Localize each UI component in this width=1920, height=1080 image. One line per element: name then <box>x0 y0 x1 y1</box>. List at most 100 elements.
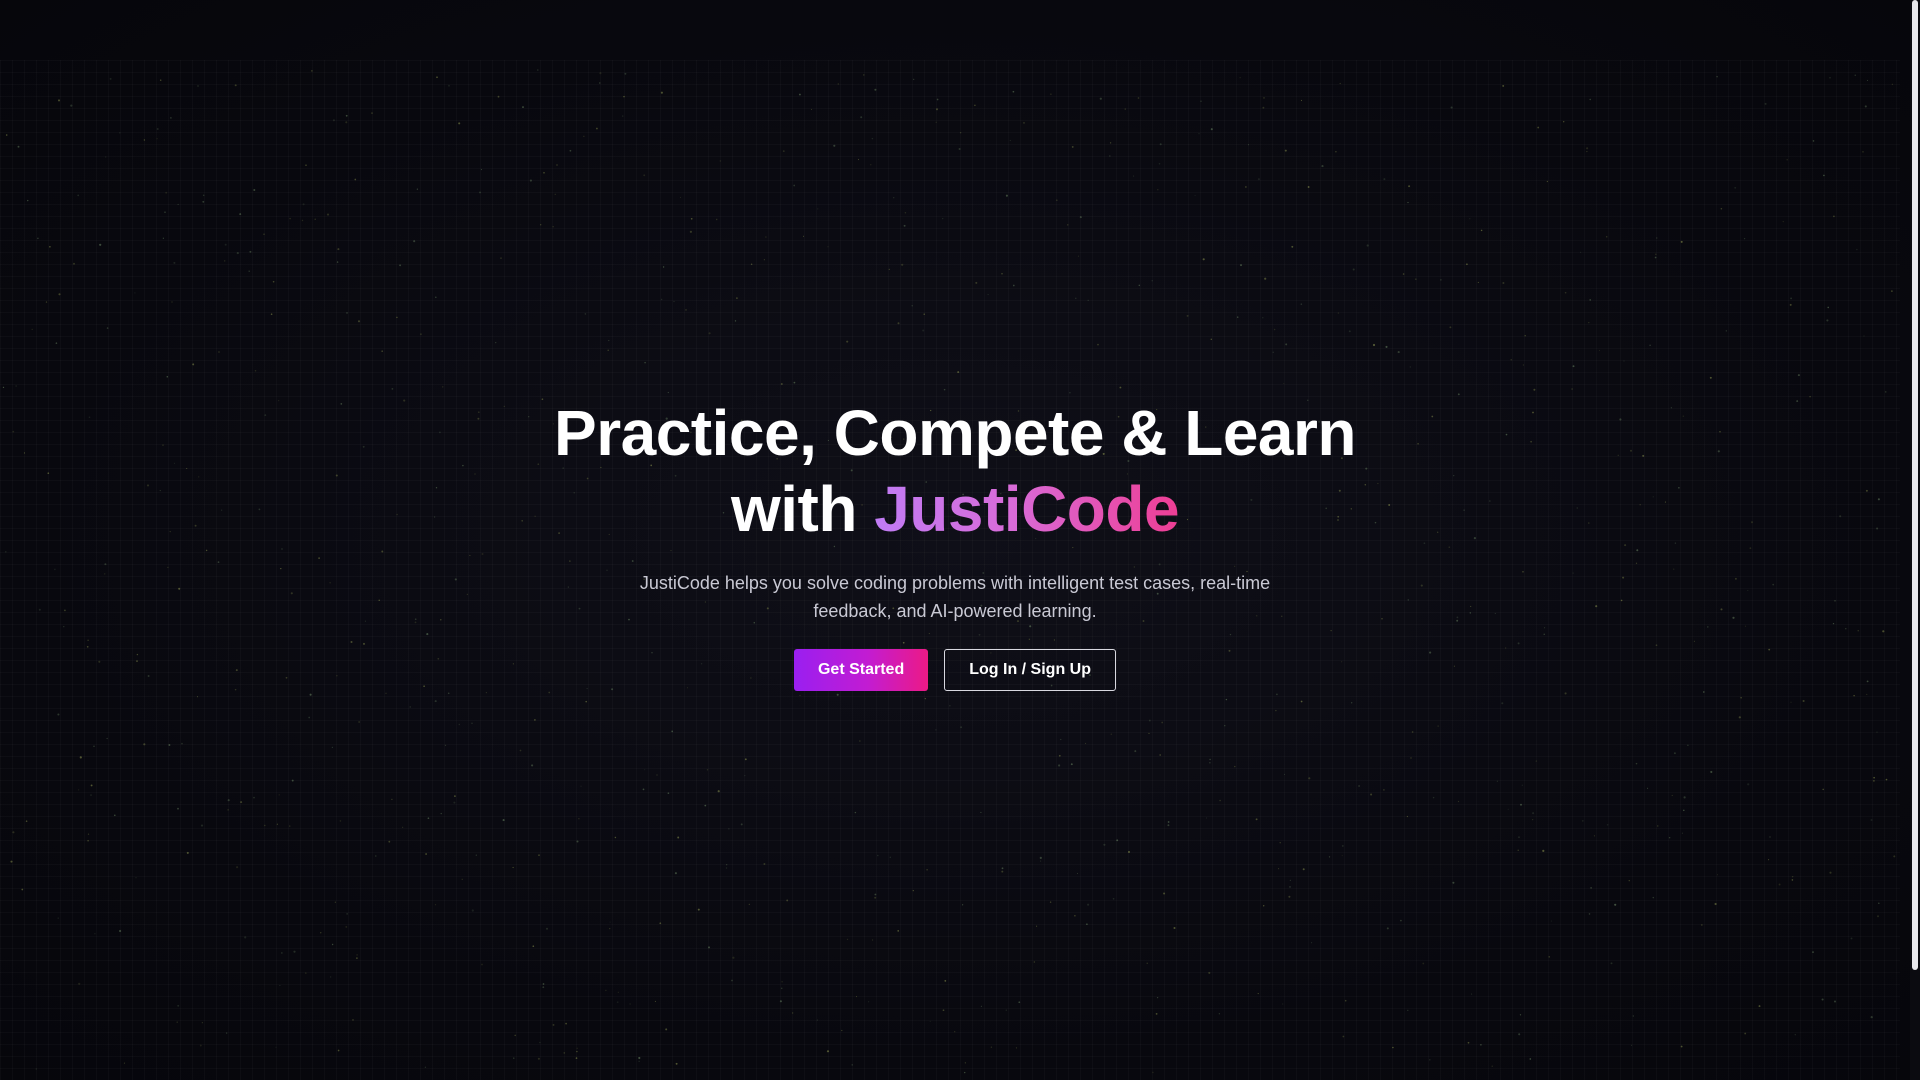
star-dot <box>320 932 322 934</box>
star-dot <box>1683 809 1685 812</box>
login-signup-button[interactable]: Log In / Sign Up <box>944 649 1116 691</box>
star-dot <box>500 257 502 259</box>
star-dot <box>542 986 545 989</box>
star-dot <box>671 730 674 733</box>
star-dot <box>926 868 928 871</box>
star-dot <box>607 349 609 352</box>
star-dot <box>461 878 463 880</box>
star-dot <box>388 840 391 843</box>
star-dot <box>244 936 247 939</box>
star-dot <box>87 839 89 842</box>
star-dot <box>1005 194 1008 197</box>
star-dot <box>249 250 252 253</box>
star-dot <box>1049 901 1052 903</box>
star-dot <box>1632 1015 1634 1017</box>
star-dot <box>444 744 447 746</box>
star-dot <box>1833 215 1835 218</box>
star-dot <box>673 300 675 303</box>
star-dot <box>1058 754 1061 757</box>
star-dot <box>748 903 750 906</box>
star-dot <box>1680 1045 1683 1048</box>
star-dot <box>57 99 61 102</box>
star-dot <box>1550 920 1552 922</box>
star-dot <box>1571 388 1573 390</box>
star-dot <box>1863 335 1865 337</box>
star-dot <box>1790 701 1792 703</box>
star-dot <box>1012 90 1015 93</box>
star-dot <box>569 149 572 152</box>
star-dot <box>1245 186 1247 188</box>
star-dot <box>78 789 80 791</box>
star-dot <box>399 264 402 267</box>
star-dot <box>173 261 176 264</box>
star-dot <box>1103 843 1106 846</box>
star-dot <box>1657 825 1659 827</box>
star-dot <box>356 957 358 959</box>
star-dot <box>165 191 168 194</box>
star-dot <box>93 745 95 748</box>
star-dot <box>1385 345 1388 348</box>
star-dot <box>584 313 587 315</box>
star-dot <box>226 1032 228 1034</box>
star-dot <box>608 340 610 342</box>
star-dot <box>1097 343 1099 346</box>
hero-headline: Practice, Compete & Learn with JustiCode <box>0 395 1910 547</box>
star-dot <box>1337 312 1340 314</box>
star-dot <box>1001 870 1004 873</box>
star-dot <box>1257 178 1260 181</box>
star-dot <box>143 139 146 141</box>
star-dot <box>1738 716 1741 719</box>
scrollbar-thumb[interactable] <box>1912 0 1918 970</box>
star-dot <box>1891 290 1893 292</box>
star-dot <box>1342 1035 1345 1038</box>
star-dot <box>1067 224 1069 226</box>
star-dot <box>425 853 428 855</box>
star-dot <box>164 211 166 213</box>
star-dot <box>1110 733 1113 735</box>
star-dot <box>1856 248 1858 251</box>
star-dot <box>1786 159 1788 161</box>
star-dot <box>1341 844 1344 847</box>
landing-page: Practice, Compete & Learn with JustiCode… <box>0 0 1920 1080</box>
star-dot <box>275 1046 277 1048</box>
star-dot <box>1076 872 1079 875</box>
star-dot <box>576 1050 578 1053</box>
star-dot <box>1133 175 1135 177</box>
star-dot <box>623 95 625 98</box>
star-dot <box>1440 279 1442 281</box>
star-dot <box>1764 102 1767 105</box>
star-dot <box>1725 330 1727 332</box>
star-dot <box>685 309 687 311</box>
star-dot <box>1823 174 1825 177</box>
star-dot <box>1680 240 1683 243</box>
star-dot <box>1668 836 1671 839</box>
star-dot <box>1407 1009 1409 1012</box>
page-scrollbar[interactable] <box>1910 0 1920 1080</box>
star-dot <box>1542 849 1545 852</box>
hero-subtitle: JustiCode helps you solve coding problem… <box>639 573 1271 621</box>
star-dot <box>70 104 73 107</box>
star-dot <box>1302 868 1305 871</box>
star-dot <box>690 217 693 220</box>
get-started-button[interactable]: Get Started <box>793 649 929 691</box>
star-dot <box>1854 74 1856 76</box>
star-dot <box>1873 776 1875 779</box>
star-dot <box>1372 343 1376 347</box>
star-dot <box>677 836 680 839</box>
star-dot <box>964 1071 966 1074</box>
star-dot <box>1778 883 1781 886</box>
star-dot <box>354 178 357 181</box>
star-dot <box>1572 365 1575 368</box>
star-dot <box>868 1001 870 1003</box>
star-dot <box>1467 1041 1470 1044</box>
star-dot <box>1535 760 1537 762</box>
star-dot <box>1198 133 1200 135</box>
star-dot <box>545 927 549 930</box>
star-dot <box>314 218 316 220</box>
star-dot <box>475 854 477 856</box>
star-dot <box>1518 1033 1521 1036</box>
star-dot <box>1186 314 1189 317</box>
star-dot <box>1262 317 1264 319</box>
star-dot <box>12 831 15 834</box>
star-dot <box>1480 229 1483 232</box>
